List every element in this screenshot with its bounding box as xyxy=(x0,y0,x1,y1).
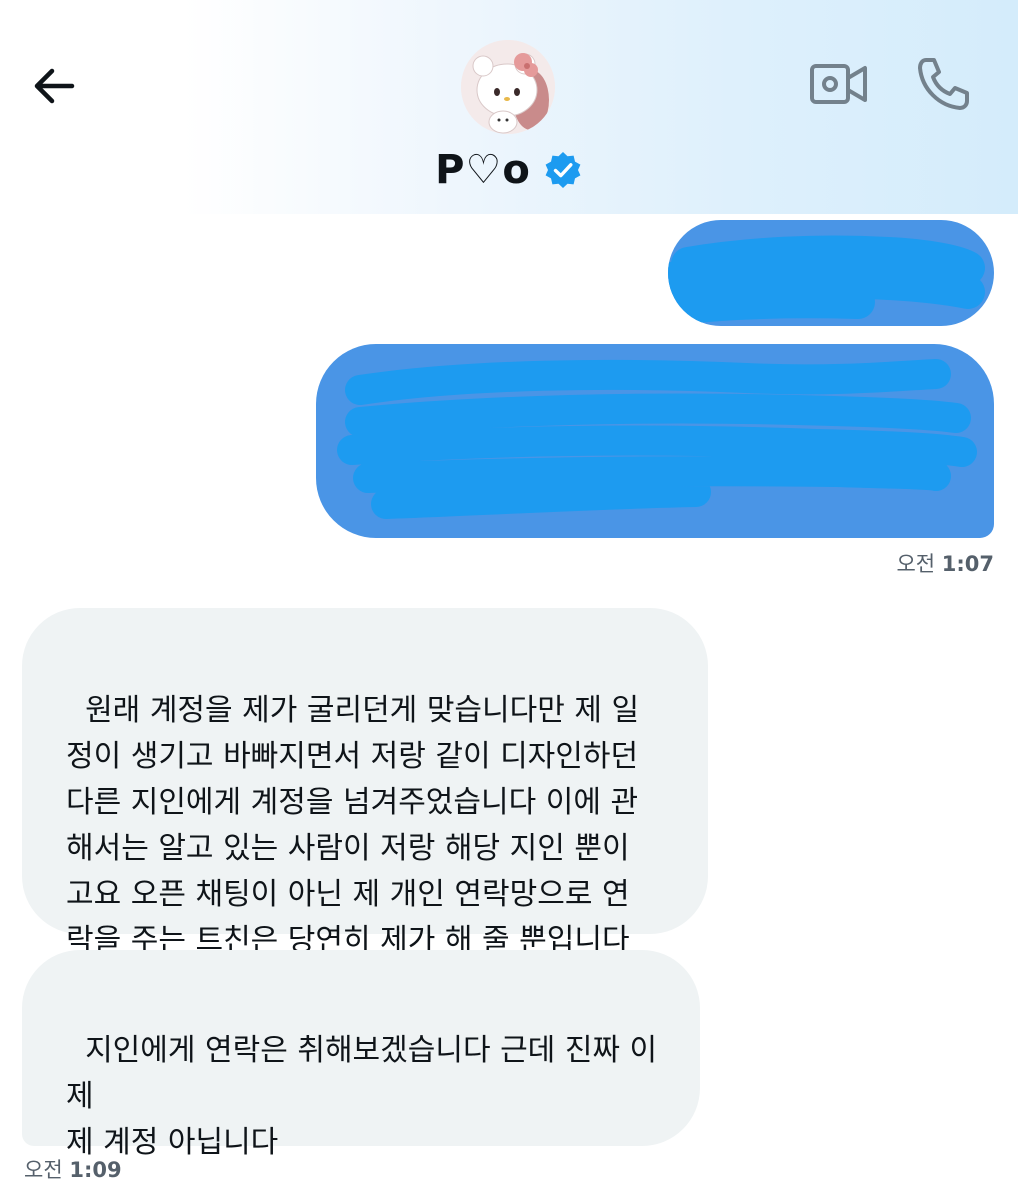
arrow-left-icon xyxy=(34,68,75,104)
back-button[interactable] xyxy=(26,58,82,114)
contact-name-row[interactable]: P♡o xyxy=(0,142,1018,198)
avatar-image xyxy=(461,40,555,134)
voice-call-button[interactable] xyxy=(912,54,974,114)
video-call-button[interactable] xyxy=(808,58,870,110)
redaction-scribble xyxy=(337,359,977,519)
video-camera-icon xyxy=(810,64,867,104)
message-text: 지인에게 연락은 취해보겠습니다 근데 진짜 이 제 제 계정 아닙니다 xyxy=(66,1033,658,1160)
conversation-header: P♡o xyxy=(0,0,1018,214)
message-timestamp: 오전 1:09 xyxy=(24,1158,122,1182)
redaction-scribble xyxy=(668,235,985,325)
incoming-message[interactable]: 지인에게 연락은 취해보겠습니다 근데 진짜 이 제 제 계정 아닙니다 xyxy=(22,950,700,1160)
outgoing-message-redacted[interactable] xyxy=(316,344,994,538)
verified-badge-icon xyxy=(545,152,581,188)
contact-name: P♡o xyxy=(435,147,531,193)
outgoing-message-redacted[interactable] xyxy=(668,220,994,326)
avatar[interactable] xyxy=(461,40,555,134)
phone-icon xyxy=(918,58,969,110)
incoming-message[interactable]: 원래 계정을 제가 굴리던게 맞습니다만 제 일 정이 생기고 바빠지면서 저랑… xyxy=(22,608,708,958)
message-timestamp: 오전 1:07 xyxy=(896,552,994,576)
message-text: 원래 계정을 제가 굴리던게 맞습니다만 제 일 정이 생기고 바빠지면서 저랑… xyxy=(66,693,640,958)
